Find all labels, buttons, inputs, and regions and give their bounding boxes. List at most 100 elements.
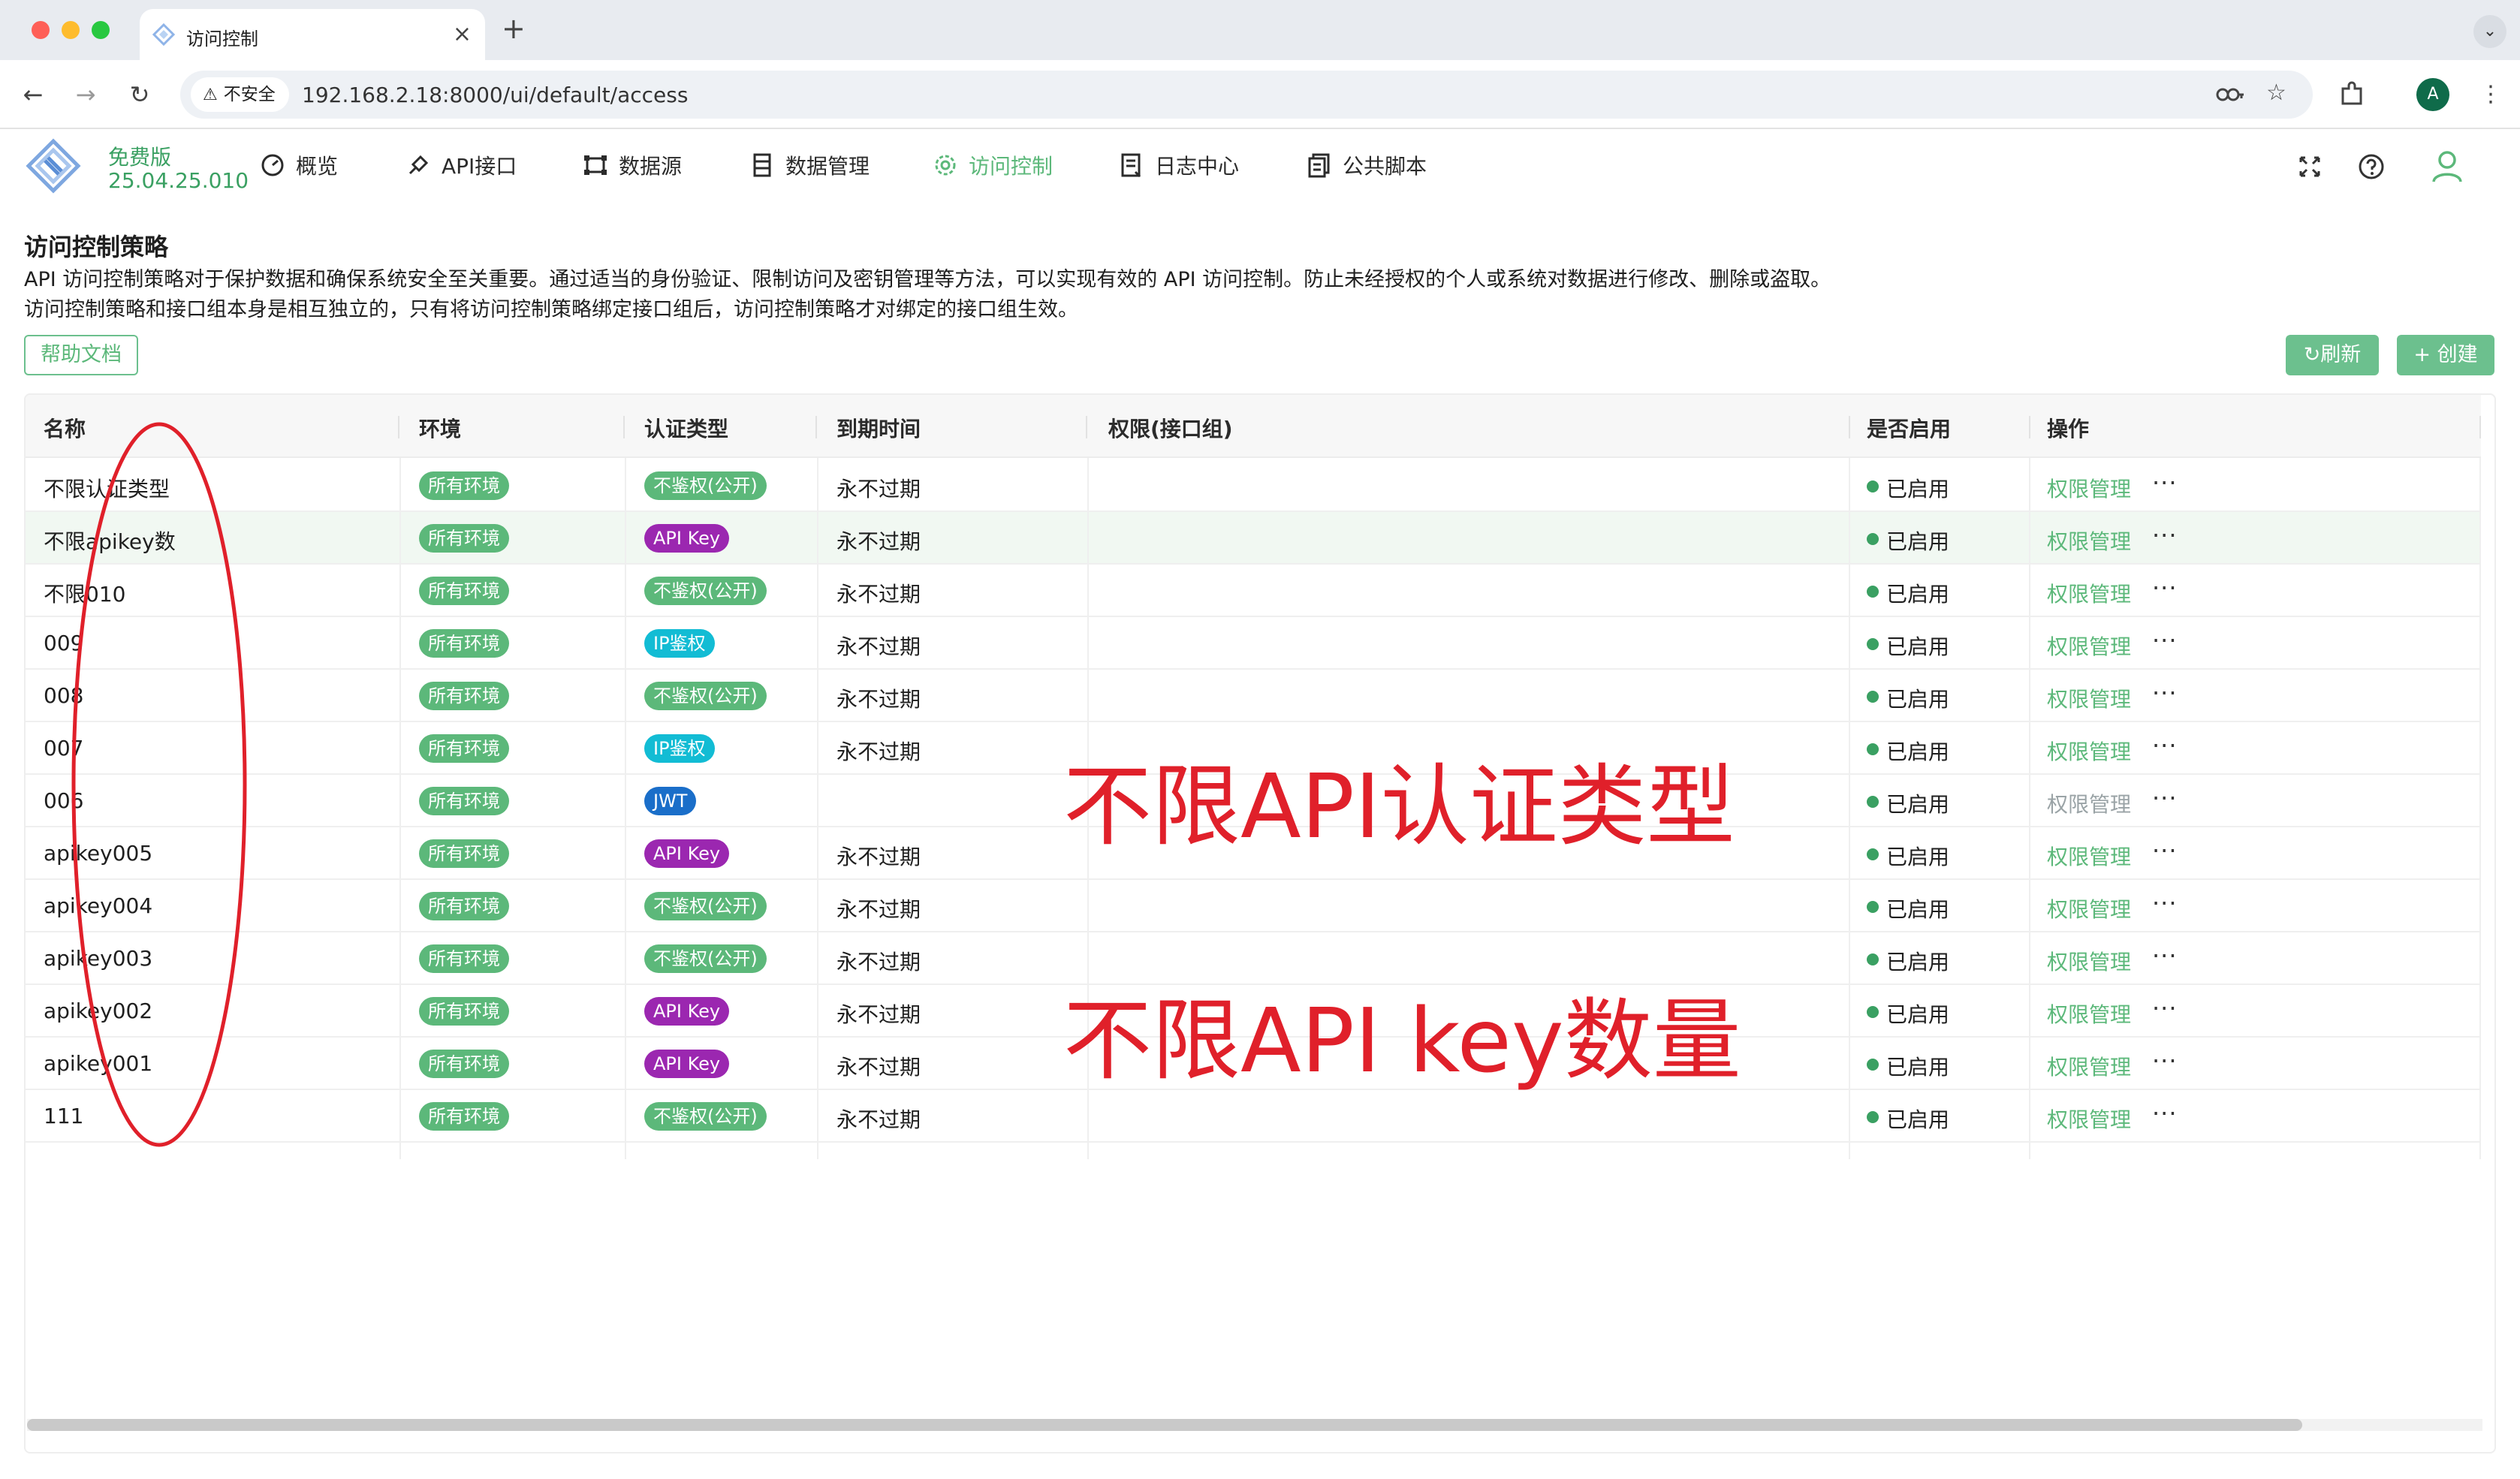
more-actions-icon[interactable]: ··· xyxy=(2152,521,2178,550)
nav-overview[interactable]: 概览 xyxy=(260,152,338,182)
access-policy-table: 名称 环境 认证类型 到期时间 权限(接口组) 是否启用 操作 不限认证类型 所有… xyxy=(24,393,2496,1453)
more-actions-icon[interactable]: ··· xyxy=(2152,574,2178,602)
fullscreen-icon[interactable] xyxy=(2295,152,2325,182)
nav-data-manage[interactable]: 数据管理 xyxy=(749,152,870,182)
enabled-status-label: 已启用 xyxy=(1886,1107,1950,1132)
expire-time: 永不过期 xyxy=(836,740,921,764)
more-actions-icon[interactable]: ··· xyxy=(2152,836,2178,865)
url-text[interactable]: 192.168.2.18:8000/ui/default/access xyxy=(302,83,688,107)
security-indicator[interactable]: ⚠ 不安全 xyxy=(191,77,289,112)
table-row[interactable]: 111 所有环境 不鉴权(公开) 永不过期 已启用 权限管理 ··· xyxy=(26,1090,2481,1143)
table-row[interactable]: 不限认证类型 所有环境 不鉴权(公开) 永不过期 已启用 权限管理 ··· xyxy=(26,459,2481,512)
address-bar[interactable]: ⚠ 不安全 192.168.2.18:8000/ui/default/access… xyxy=(180,71,2313,119)
table-row[interactable]: 008 所有环境 不鉴权(公开) 永不过期 已启用 权限管理 ··· xyxy=(26,670,2481,722)
column-line xyxy=(817,458,818,1159)
env-badge: 所有环境 xyxy=(419,524,509,553)
col-divider xyxy=(815,416,817,438)
nav-access-control[interactable]: 访问控制 xyxy=(933,152,1053,182)
permission-manage-link[interactable]: 权限管理 xyxy=(2047,473,2131,503)
tab-search-chevron-icon[interactable]: ⌄ xyxy=(2473,15,2506,48)
enabled-status-label: 已启用 xyxy=(1886,845,1950,869)
table-row[interactable]: 不限apikey数 所有环境 API Key 永不过期 已启用 权限管理 ··· xyxy=(26,512,2481,565)
user-icon[interactable] xyxy=(2430,149,2464,183)
bookmark-star-icon[interactable]: ☆ xyxy=(2266,80,2286,107)
more-actions-icon[interactable]: ··· xyxy=(2152,1099,2178,1128)
nav-public-script[interactable]: 公共脚本 xyxy=(1307,152,1427,182)
more-actions-icon[interactable]: ··· xyxy=(2152,941,2178,970)
permission-manage-link[interactable]: 权限管理 xyxy=(2047,1051,2131,1081)
more-actions-icon[interactable]: ··· xyxy=(2152,731,2178,760)
back-arrow-icon[interactable]: ← xyxy=(17,78,50,111)
horizontal-scrollbar-thumb[interactable] xyxy=(27,1419,2302,1431)
permission-manage-link[interactable]: 权限管理 xyxy=(2047,788,2131,818)
auth-type-badge: API Key xyxy=(644,997,730,1026)
expire-time: 永不过期 xyxy=(836,897,921,922)
more-actions-icon[interactable]: ··· xyxy=(2152,626,2178,655)
nav-log-center-label: 日志中心 xyxy=(1155,154,1240,179)
close-window-button[interactable] xyxy=(32,21,50,39)
expire-time: 永不过期 xyxy=(836,1107,921,1132)
gear-icon xyxy=(935,155,956,176)
refresh-button[interactable]: ↻刷新 xyxy=(2286,335,2379,375)
more-actions-icon[interactable]: ··· xyxy=(2152,994,2178,1023)
api-plug-icon xyxy=(408,155,429,175)
new-tab-icon[interactable]: + xyxy=(502,14,526,44)
permission-manage-link[interactable]: 权限管理 xyxy=(2047,631,2131,661)
help-question-icon[interactable] xyxy=(2356,152,2386,182)
col-header-expire: 到期时间 xyxy=(836,417,921,441)
more-actions-icon[interactable]: ··· xyxy=(2152,784,2178,812)
browser-menu-icon[interactable]: ⋮ xyxy=(2479,78,2502,111)
env-badge: 所有环境 xyxy=(419,787,509,815)
col-header-ops: 操作 xyxy=(2047,417,2090,441)
permission-manage-link[interactable]: 权限管理 xyxy=(2047,526,2131,556)
table-row[interactable]: 不限010 所有环境 不鉴权(公开) 永不过期 已启用 权限管理 ··· xyxy=(26,565,2481,617)
help-docs-button[interactable]: 帮助文档 xyxy=(24,335,138,375)
enabled-status-dot xyxy=(1867,953,1879,965)
more-actions-icon[interactable]: ··· xyxy=(2152,679,2178,707)
create-button[interactable]: + 创建 xyxy=(2397,335,2494,375)
enabled-status-label: 已启用 xyxy=(1886,582,1950,607)
permission-manage-link[interactable]: 权限管理 xyxy=(2047,683,2131,713)
permission-manage-link[interactable]: 权限管理 xyxy=(2047,578,2131,608)
permission-manage-link[interactable]: 权限管理 xyxy=(2047,999,2131,1029)
auth-type-badge: 不鉴权(公开) xyxy=(644,682,767,710)
enabled-status-dot xyxy=(1867,1111,1879,1123)
reload-icon[interactable]: ↻ xyxy=(123,78,156,111)
extensions-puzzle-icon[interactable] xyxy=(2337,80,2367,110)
permission-manage-link[interactable]: 权限管理 xyxy=(2047,946,2131,976)
permission-manage-link[interactable]: 权限管理 xyxy=(2047,893,2131,923)
close-tab-icon[interactable]: × xyxy=(453,20,472,50)
col-divider xyxy=(2479,416,2481,438)
maximize-window-button[interactable] xyxy=(92,21,110,39)
nav-datasource[interactable]: 数据源 xyxy=(583,152,682,182)
nav-datasource-label: 数据源 xyxy=(619,154,683,179)
permission-manage-link[interactable]: 权限管理 xyxy=(2047,841,2131,871)
permission-manage-link[interactable]: 权限管理 xyxy=(2047,736,2131,766)
annotation-text-auth: 不限API认证类型 xyxy=(1063,755,1735,858)
browser-tab[interactable]: 访问控制 × xyxy=(140,9,485,60)
password-key-icon[interactable] xyxy=(2215,83,2245,107)
enabled-status-dot xyxy=(1867,1006,1879,1018)
env-badge: 所有环境 xyxy=(419,734,509,763)
expire-time: 永不过期 xyxy=(836,477,921,502)
expire-time: 永不过期 xyxy=(836,529,921,554)
more-actions-icon[interactable]: ··· xyxy=(2152,1047,2178,1075)
auth-type-badge: 不鉴权(公开) xyxy=(644,892,767,920)
enabled-status-label: 已启用 xyxy=(1886,1055,1950,1080)
nav-overview-label: 概览 xyxy=(296,154,339,179)
permission-manage-link[interactable]: 权限管理 xyxy=(2047,1104,2131,1134)
profile-avatar[interactable]: A xyxy=(2416,78,2449,111)
more-actions-icon[interactable]: ··· xyxy=(2152,889,2178,917)
minimize-window-button[interactable] xyxy=(62,21,80,39)
env-badge: 所有环境 xyxy=(419,629,509,658)
enabled-status-dot xyxy=(1867,691,1879,703)
forward-arrow-icon[interactable]: → xyxy=(69,78,102,111)
more-actions-icon[interactable]: ··· xyxy=(2152,468,2178,497)
table-row[interactable]: 009 所有环境 IP鉴权 永不过期 已启用 权限管理 ··· xyxy=(26,617,2481,670)
enabled-status-dot xyxy=(1867,1059,1879,1071)
nav-log-center[interactable]: 日志中心 xyxy=(1119,152,1239,182)
col-divider xyxy=(398,416,399,438)
table-row[interactable]: apikey004 所有环境 不鉴权(公开) 永不过期 已启用 权限管理 ··· xyxy=(26,880,2481,932)
annotation-text-apikey: 不限API key数量 xyxy=(1063,989,1741,1092)
nav-api[interactable]: API接口 xyxy=(405,152,517,182)
